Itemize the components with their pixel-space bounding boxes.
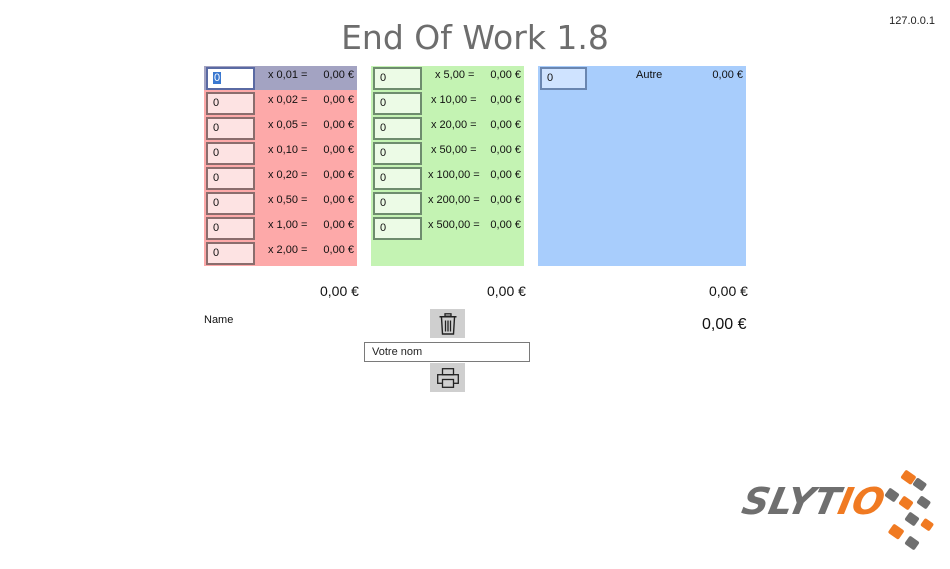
note-multiplier: x 10,00 = xyxy=(431,94,477,106)
coin-row: 0 x 0,20 = 0,00 € xyxy=(204,166,357,191)
qty-input-note-200[interactable]: 0 xyxy=(373,192,422,215)
qty-input-coin-0.01[interactable]: 0 xyxy=(206,67,255,90)
coin-multiplier: x 0,50 = xyxy=(268,194,308,206)
note-row: 0 x 500,00 = 0,00 € xyxy=(371,216,524,241)
qty-input-coin-0.02[interactable]: 0 xyxy=(206,92,255,115)
qty-input-note-5[interactable]: 0 xyxy=(373,67,422,90)
note-row: 0 x 200,00 = 0,00 € xyxy=(371,191,524,216)
coin-result: 0,00 € xyxy=(323,144,354,156)
print-button[interactable] xyxy=(430,363,465,392)
notes-total: 0,00 € xyxy=(487,283,526,299)
qty-input-other[interactable]: 0 xyxy=(540,67,587,90)
qty-input-note-50[interactable]: 0 xyxy=(373,142,422,165)
note-multiplier: x 200,00 = xyxy=(428,194,480,206)
coin-result: 0,00 € xyxy=(323,244,354,256)
coins-total: 0,00 € xyxy=(320,283,359,299)
note-result: 0,00 € xyxy=(490,169,521,181)
coin-result: 0,00 € xyxy=(323,69,354,81)
grand-total: 0,00 € xyxy=(702,316,747,333)
name-label: Name xyxy=(204,314,234,326)
coin-row: 0 x 0,50 = 0,00 € xyxy=(204,191,357,216)
coin-multiplier: x 0,02 = xyxy=(268,94,308,106)
note-multiplier: x 5,00 = xyxy=(435,69,475,81)
note-row: 0 x 10,00 = 0,00 € xyxy=(371,91,524,116)
delete-button[interactable] xyxy=(430,309,465,338)
other-panel: 0 Autre 0,00 € xyxy=(538,66,746,266)
svg-text:IO: IO xyxy=(834,479,888,523)
ip-address: 127.0.0.1 xyxy=(889,15,935,27)
qty-input-coin-1.00[interactable]: 0 xyxy=(206,217,255,240)
trash-icon xyxy=(439,312,456,335)
note-result: 0,00 € xyxy=(490,219,521,231)
note-result: 0,00 € xyxy=(490,119,521,131)
coin-multiplier: x 0,10 = xyxy=(268,144,308,156)
coin-row: 0 x 1,00 = 0,00 € xyxy=(204,216,357,241)
other-label: Autre xyxy=(636,69,663,81)
svg-text:SLYT: SLYT xyxy=(738,479,846,523)
note-multiplier: x 20,00 = xyxy=(431,119,477,131)
qty-input-note-100[interactable]: 0 xyxy=(373,167,422,190)
coin-multiplier: x 0,01 = xyxy=(268,69,308,81)
printer-icon xyxy=(436,367,459,388)
notes-panel: 0 x 5,00 = 0,00 € 0 x 10,00 = 0,00 € 0 x… xyxy=(371,66,524,266)
coin-multiplier: x 0,20 = xyxy=(268,169,308,181)
qty-input-note-20[interactable]: 0 xyxy=(373,117,422,140)
coin-multiplier: x 2,00 = xyxy=(268,244,308,256)
other-result: 0,00 € xyxy=(712,69,743,81)
note-multiplier: x 100,00 = xyxy=(428,169,480,181)
note-multiplier: x 500,00 = xyxy=(428,219,480,231)
note-result: 0,00 € xyxy=(490,194,521,206)
note-row: 0 x 20,00 = 0,00 € xyxy=(371,116,524,141)
coin-result: 0,00 € xyxy=(323,119,354,131)
other-row: 0 Autre 0,00 € xyxy=(538,66,746,91)
note-result: 0,00 € xyxy=(490,144,521,156)
coin-multiplier: x 1,00 = xyxy=(268,219,308,231)
coin-row: 0 x 2,00 = 0,00 € xyxy=(204,241,357,266)
app-title: End Of Work 1.8 xyxy=(341,18,609,57)
coin-row: 0 x 0,02 = 0,00 € xyxy=(204,91,357,116)
coin-result: 0,00 € xyxy=(323,219,354,231)
note-result: 0,00 € xyxy=(490,94,521,106)
other-total: 0,00 € xyxy=(709,283,748,299)
coin-multiplier: x 0,05 = xyxy=(268,119,308,131)
qty-input-note-500[interactable]: 0 xyxy=(373,217,422,240)
qty-input-coin-0.50[interactable]: 0 xyxy=(206,192,255,215)
note-row: 0 x 5,00 = 0,00 € xyxy=(371,66,524,91)
slytio-logo: SLYT IO xyxy=(738,470,934,550)
qty-input-coin-2.00[interactable]: 0 xyxy=(206,242,255,265)
coins-panel: 0 x 0,01 = 0,00 € 0 x 0,02 = 0,00 € 0 x … xyxy=(204,66,357,266)
qty-input-note-10[interactable]: 0 xyxy=(373,92,422,115)
coin-row: 0 x 0,05 = 0,00 € xyxy=(204,116,357,141)
name-input[interactable]: Votre nom xyxy=(364,342,530,362)
coin-result: 0,00 € xyxy=(323,194,354,206)
coin-row: 0 x 0,10 = 0,00 € xyxy=(204,141,357,166)
note-result: 0,00 € xyxy=(490,69,521,81)
coin-row: 0 x 0,01 = 0,00 € xyxy=(204,66,357,91)
coin-result: 0,00 € xyxy=(323,169,354,181)
qty-input-coin-0.05[interactable]: 0 xyxy=(206,117,255,140)
qty-input-coin-0.10[interactable]: 0 xyxy=(206,142,255,165)
note-row: 0 x 100,00 = 0,00 € xyxy=(371,166,524,191)
x-mark xyxy=(885,470,934,550)
coin-result: 0,00 € xyxy=(323,94,354,106)
note-multiplier: x 50,00 = xyxy=(431,144,477,156)
note-row: 0 x 50,00 = 0,00 € xyxy=(371,141,524,166)
qty-input-coin-0.20[interactable]: 0 xyxy=(206,167,255,190)
